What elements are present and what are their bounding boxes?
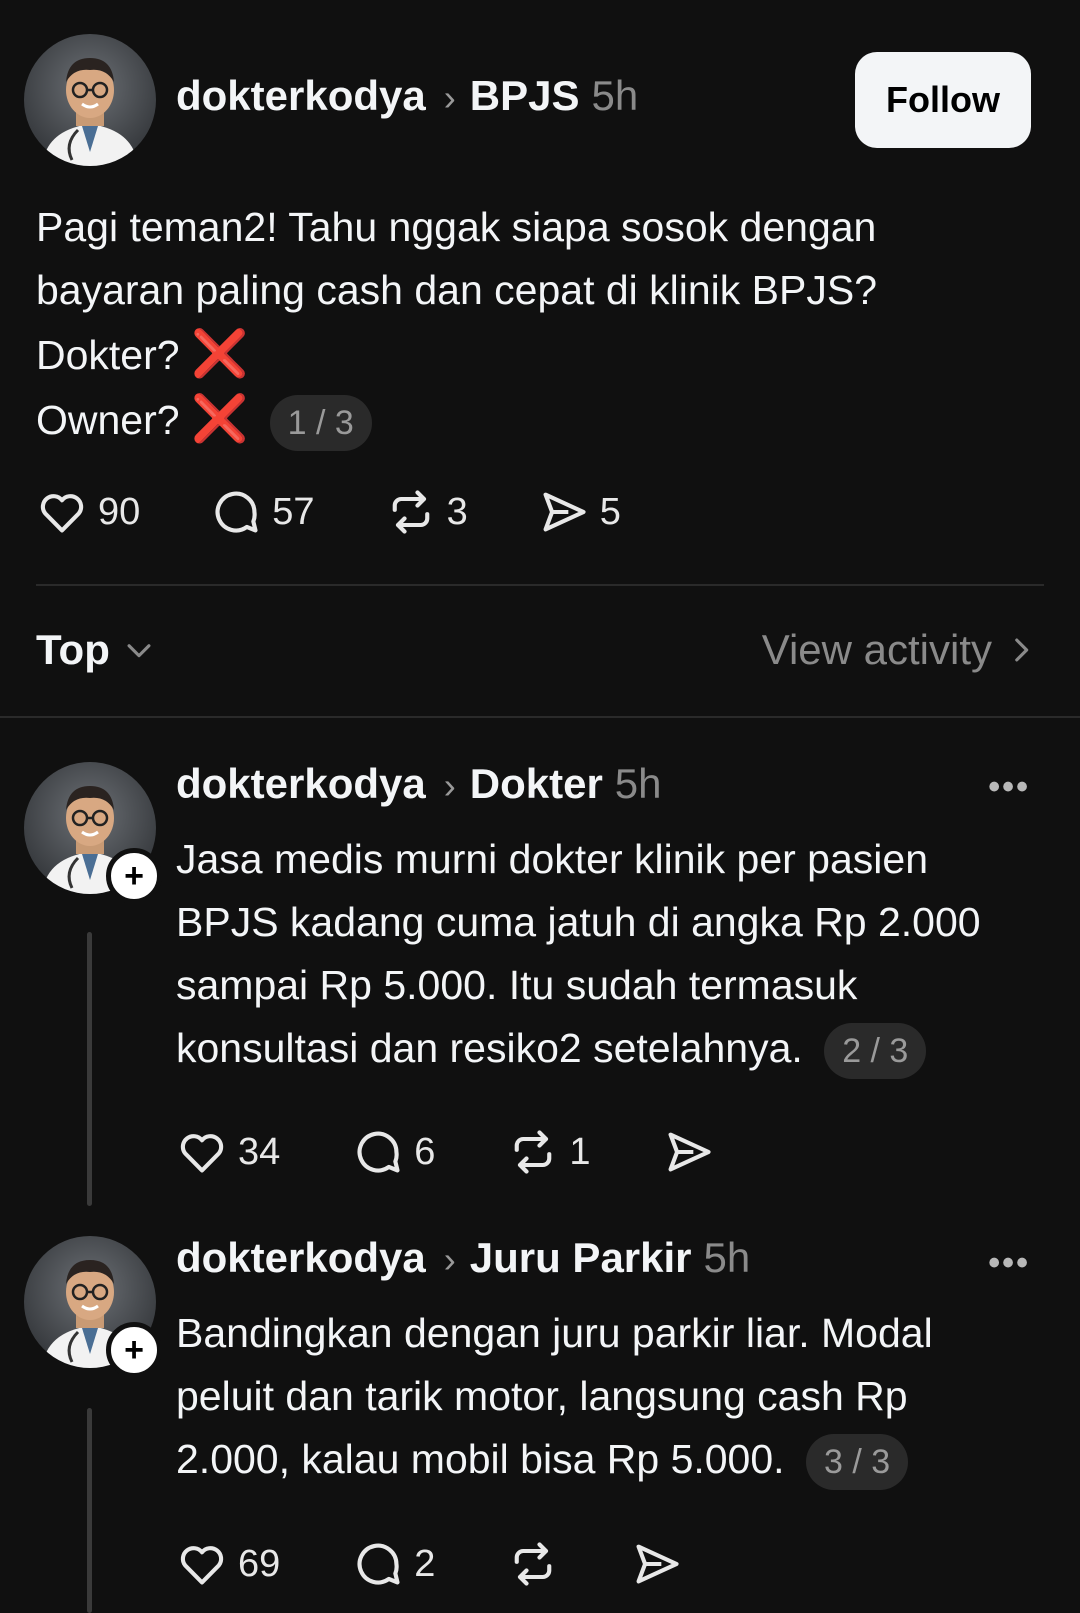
- more-icon[interactable]: •••: [988, 768, 1030, 807]
- cross-mark-icon: ❌: [190, 327, 249, 379]
- send-icon: [668, 1132, 711, 1172]
- comment-icon: [215, 491, 258, 533]
- reply-header: dokterkodya › Juru Parkir 5h: [176, 1234, 750, 1282]
- like-button[interactable]: 69: [176, 1538, 280, 1590]
- page-indicator: 2 / 3: [824, 1023, 927, 1080]
- heart-icon: [40, 494, 84, 533]
- chevron-right-icon: ›: [443, 765, 456, 806]
- plus-icon: +: [124, 1331, 144, 1369]
- like-count: 90: [98, 490, 141, 533]
- repost-button[interactable]: [507, 1538, 559, 1590]
- reply-button[interactable]: 6: [352, 1126, 435, 1178]
- repost-button[interactable]: 1: [507, 1126, 591, 1178]
- topic-tag[interactable]: Juru Parkir: [470, 1234, 692, 1282]
- post-line: Owner? ❌ 1 / 3: [36, 387, 1046, 452]
- topic-tag[interactable]: Dokter: [470, 760, 603, 808]
- like-button[interactable]: 34: [176, 1126, 280, 1178]
- topic-tag[interactable]: BPJS: [470, 72, 580, 120]
- reply-header: dokterkodya › Dokter 5h: [176, 760, 662, 808]
- post-line-text: Dokter?: [36, 332, 180, 378]
- repost-icon: [515, 1130, 552, 1174]
- reply-line: konsultasi dan resiko2 setelahnya. 2 / 3: [176, 1017, 1056, 1080]
- send-icon: [543, 492, 586, 532]
- chevron-right-icon: ›: [443, 1239, 456, 1280]
- reply-count: 6: [414, 1130, 436, 1173]
- follow-plus-button[interactable]: +: [106, 848, 162, 904]
- sort-label: Top: [36, 626, 110, 673]
- username[interactable]: dokterkodya: [176, 1234, 426, 1282]
- avatar-image: [42, 58, 138, 166]
- like-count: 69: [238, 1542, 281, 1585]
- repost-count: 1: [569, 1130, 591, 1173]
- chevron-right-icon: ›: [443, 77, 456, 118]
- post-body: Pagi teman2! Tahu nggak siapa sosok deng…: [36, 196, 1046, 452]
- reply-line: BPJS kadang cuma jatuh di angka Rp 2.000: [176, 899, 981, 945]
- sort-dropdown[interactable]: Top: [36, 626, 156, 674]
- reply-count: 2: [414, 1542, 436, 1585]
- page-indicator: 3 / 3: [805, 1434, 909, 1491]
- reply-line: peluit dan tarik motor, langsung cash Rp: [176, 1373, 908, 1419]
- chevron-right-icon: [1015, 638, 1029, 662]
- post-line: bayaran paling cash dan cepat di klinik …: [36, 267, 878, 313]
- reply-line-text: konsultasi dan resiko2 setelahnya.: [176, 1025, 803, 1071]
- reply-body: Jasa medis murni dokter klinik per pasie…: [176, 828, 1056, 1080]
- reply-line: 2.000, kalau mobil bisa Rp 5.000. 3 / 3: [176, 1428, 1056, 1491]
- timestamp: 5h: [591, 72, 639, 119]
- timestamp: 5h: [614, 760, 662, 807]
- more-icon[interactable]: •••: [988, 1244, 1030, 1283]
- reply-body: Bandingkan dengan juru parkir liar. Moda…: [176, 1302, 1056, 1491]
- share-button[interactable]: 5: [538, 486, 621, 538]
- share-button[interactable]: [631, 1538, 683, 1590]
- send-icon: [636, 1544, 679, 1584]
- reply-actions: 69 2: [176, 1538, 683, 1590]
- post-line: Pagi teman2! Tahu nggak siapa sosok deng…: [36, 204, 877, 250]
- username[interactable]: dokterkodya: [176, 760, 426, 808]
- post-header: dokterkodya › BPJS 5h: [176, 72, 638, 120]
- reply-button[interactable]: 57: [210, 486, 315, 538]
- repost-icon: [392, 490, 429, 534]
- view-activity-label: View activity: [761, 626, 992, 673]
- reply-line-text: 2.000, kalau mobil bisa Rp 5.000.: [176, 1436, 785, 1482]
- reply-button[interactable]: 2: [352, 1538, 435, 1590]
- thread-line: [87, 932, 92, 1206]
- reply-line: Bandingkan dengan juru parkir liar. Moda…: [176, 1310, 933, 1356]
- post-actions: 90 57 3 5: [36, 486, 621, 538]
- post-line: Dokter? ❌: [36, 322, 1046, 387]
- divider: [0, 716, 1080, 718]
- cross-mark-icon: ❌: [190, 392, 249, 444]
- like-button[interactable]: 90: [36, 486, 140, 538]
- post-line-text: Owner?: [36, 397, 180, 443]
- heart-icon: [180, 1134, 224, 1173]
- divider: [36, 584, 1044, 586]
- repost-count: 3: [446, 490, 468, 533]
- timestamp: 5h: [703, 1234, 751, 1281]
- share-count: 5: [599, 490, 621, 533]
- reply-line: sampai Rp 5.000. Itu sudah termasuk: [176, 962, 858, 1008]
- view-activity-link[interactable]: View activity: [762, 626, 1038, 674]
- share-button[interactable]: [663, 1126, 715, 1178]
- comment-icon: [357, 1543, 400, 1585]
- thread-line: [87, 1408, 92, 1613]
- heart-icon: [180, 1546, 224, 1585]
- reply-actions: 34 6 1: [176, 1126, 715, 1178]
- follow-plus-button[interactable]: +: [106, 1322, 162, 1378]
- reply-line: Jasa medis murni dokter klinik per pasie…: [176, 836, 928, 882]
- like-count: 34: [238, 1130, 281, 1173]
- repost-button[interactable]: 3: [385, 486, 468, 538]
- page-indicator: 1 / 3: [269, 395, 372, 452]
- comment-icon: [357, 1131, 400, 1173]
- plus-icon: +: [124, 857, 144, 895]
- follow-button[interactable]: Follow: [855, 52, 1031, 148]
- reply-count: 57: [272, 490, 315, 533]
- username[interactable]: dokterkodya: [176, 72, 426, 120]
- chevron-down-icon: [127, 644, 151, 658]
- avatar[interactable]: [24, 34, 156, 166]
- repost-icon: [515, 1542, 552, 1586]
